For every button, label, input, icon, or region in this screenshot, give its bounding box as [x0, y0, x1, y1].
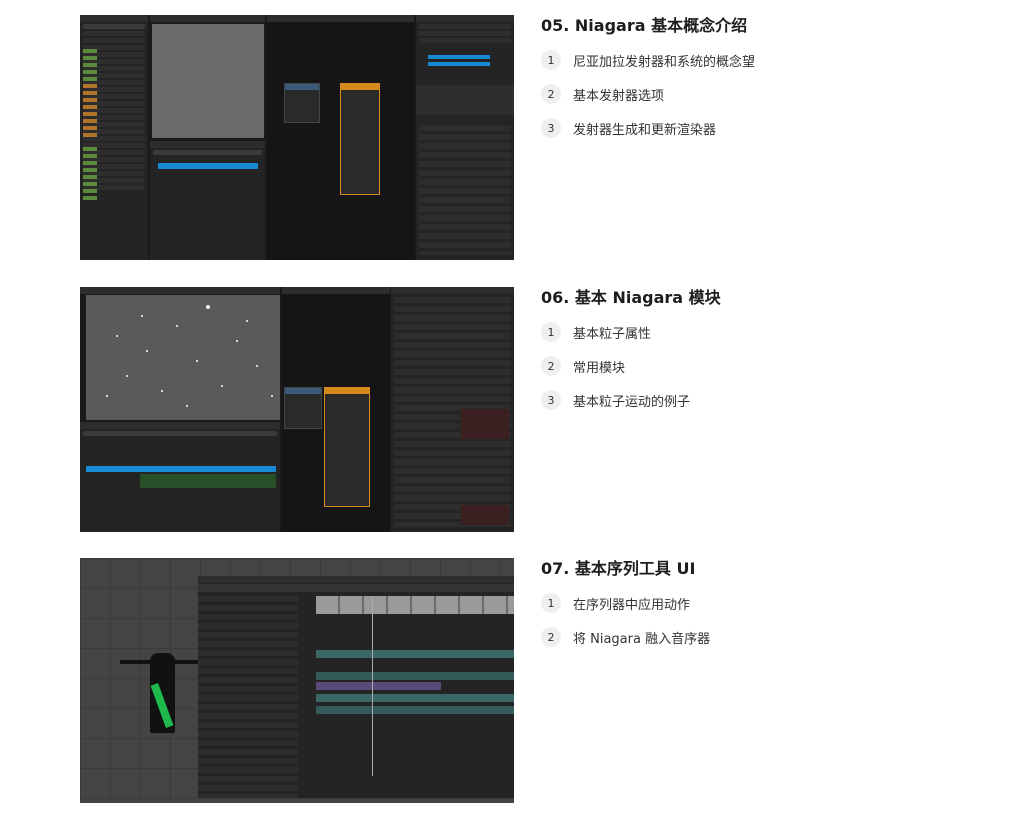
list-item: 1 基本粒子属性	[541, 321, 1011, 343]
item-number-badge: 2	[541, 84, 561, 104]
item-number-badge: 1	[541, 593, 561, 613]
section-05-info: 05. Niagara 基本概念介绍 1 尼亚加拉发射器和系统的概念望 2 基本…	[541, 15, 1011, 139]
item-number-badge: 2	[541, 627, 561, 647]
item-text: 发射器生成和更新渲染器	[573, 122, 717, 138]
item-number-badge: 1	[541, 322, 561, 342]
list-item: 1 在序列器中应用动作	[541, 592, 1011, 614]
item-text: 在序列器中应用动作	[573, 597, 691, 613]
item-text: 尼亚加拉发射器和系统的概念望	[573, 54, 756, 70]
item-text: 将 Niagara 融入音序器	[573, 631, 711, 647]
section-06-screenshot	[80, 287, 514, 532]
item-number-badge: 3	[541, 390, 561, 410]
list-item: 1 尼亚加拉发射器和系统的概念望	[541, 49, 1011, 71]
list-item: 3 基本粒子运动的例子	[541, 389, 1011, 411]
list-item: 2 常用模块	[541, 355, 1011, 377]
section-title: 06. 基本 Niagara 模块	[541, 288, 721, 307]
item-text: 基本粒子运动的例子	[573, 394, 691, 410]
section-title: 07. 基本序列工具 UI	[541, 559, 696, 578]
section-07-screenshot	[80, 558, 514, 803]
item-number-badge: 2	[541, 356, 561, 376]
item-number-badge: 1	[541, 50, 561, 70]
list-item: 2 将 Niagara 融入音序器	[541, 626, 1011, 648]
section-07-info: 07. 基本序列工具 UI 1 在序列器中应用动作 2 将 Niagara 融入…	[541, 558, 1011, 648]
item-text: 常用模块	[573, 360, 626, 376]
section-05-screenshot	[80, 15, 514, 260]
list-item: 2 基本发射器选项	[541, 83, 1011, 105]
item-number-badge: 3	[541, 118, 561, 138]
section-06-info: 06. 基本 Niagara 模块 1 基本粒子属性 2 常用模块 3 基本粒子…	[541, 287, 1011, 411]
item-text: 基本粒子属性	[573, 326, 652, 342]
item-text: 基本发射器选项	[573, 88, 665, 104]
list-item: 3 发射器生成和更新渲染器	[541, 117, 1011, 139]
section-title: 05. Niagara 基本概念介绍	[541, 16, 748, 35]
